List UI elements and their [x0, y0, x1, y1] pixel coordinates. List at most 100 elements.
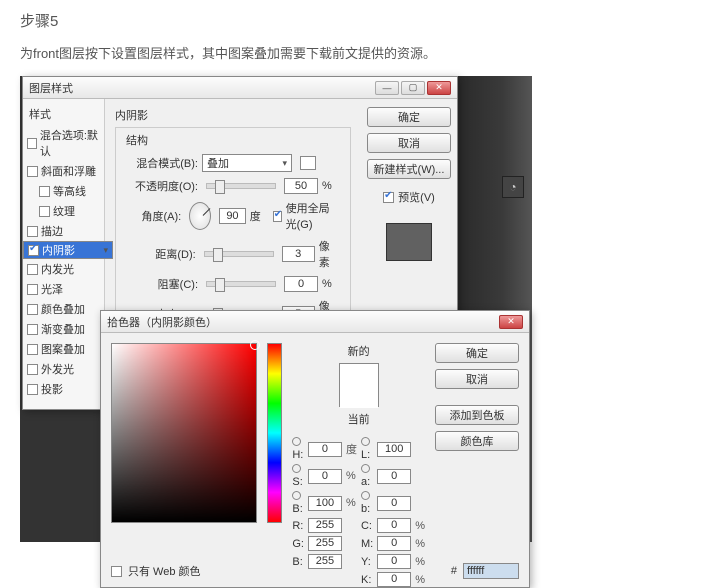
- color-picker-buttons: 确定 取消 添加到色板 颜色库: [435, 343, 519, 553]
- b2-input[interactable]: 255: [308, 554, 342, 569]
- m-unit: %: [415, 538, 425, 550]
- ok-button[interactable]: 确定: [367, 107, 451, 127]
- sidebar-item-label: 描边: [41, 223, 63, 239]
- maximize-icon[interactable]: ▢: [401, 81, 425, 95]
- angle-label: 角度(A):: [126, 208, 181, 224]
- opacity-input[interactable]: 50: [284, 178, 318, 194]
- sidebar-item-label: 颜色叠加: [41, 301, 85, 317]
- sidebar-checkbox[interactable]: [27, 226, 38, 237]
- sidebar-item-4[interactable]: 描边: [23, 221, 104, 241]
- panel-title: 内阴影: [115, 107, 351, 123]
- opacity-unit: %: [322, 180, 332, 192]
- k-unit: %: [415, 574, 425, 586]
- sidebar-item-6[interactable]: 内发光: [23, 259, 104, 279]
- s-radio[interactable]: [292, 464, 301, 473]
- sidebar-checkbox[interactable]: [27, 304, 38, 315]
- minimize-icon[interactable]: —: [375, 81, 399, 95]
- sidebar-item-8[interactable]: 颜色叠加: [23, 299, 104, 319]
- sidebar-checkbox[interactable]: [27, 384, 38, 395]
- sidebar-item-label: 等高线: [53, 183, 86, 199]
- angle-input[interactable]: 90: [219, 208, 246, 224]
- sidebar-item-label: 图案叠加: [41, 341, 85, 357]
- preview-checkbox[interactable]: [383, 192, 394, 203]
- blend-mode-select[interactable]: 叠加: [202, 154, 292, 172]
- distance-slider[interactable]: [204, 251, 274, 257]
- k-input[interactable]: 0: [377, 572, 411, 587]
- opacity-slider[interactable]: [206, 183, 276, 189]
- l-radio[interactable]: [361, 437, 370, 446]
- bb-radio[interactable]: [361, 491, 370, 500]
- web-only-checkbox[interactable]: [111, 566, 122, 577]
- color-marker-icon: [250, 340, 260, 350]
- sidebar-item-1[interactable]: 斜面和浮雕: [23, 161, 104, 181]
- sidebar-item-7[interactable]: 光泽: [23, 279, 104, 299]
- b-radio[interactable]: [292, 491, 301, 500]
- layer-style-titlebar[interactable]: 图层样式 — ▢ ✕: [23, 77, 457, 99]
- angle-dial[interactable]: [189, 202, 211, 230]
- shadow-color-swatch[interactable]: [300, 156, 316, 170]
- color-picker-titlebar[interactable]: 拾色器（内阴影颜色） ✕: [101, 311, 529, 333]
- color-field[interactable]: [111, 343, 257, 523]
- web-only-label: 只有 Web 颜色: [128, 563, 201, 579]
- h-input[interactable]: 0: [308, 442, 342, 457]
- l-input[interactable]: 100: [377, 442, 411, 457]
- sidebar-checkbox[interactable]: [39, 206, 50, 217]
- cancel-button[interactable]: 取消: [367, 133, 451, 153]
- y-input[interactable]: 0: [377, 554, 411, 569]
- close-icon[interactable]: ✕: [499, 315, 523, 329]
- cp-cancel-button[interactable]: 取消: [435, 369, 519, 389]
- choke-input[interactable]: 0: [284, 276, 318, 292]
- sidebar-item-label: 内阴影: [42, 242, 75, 258]
- bb-input[interactable]: 0: [377, 496, 411, 511]
- sidebar-checkbox[interactable]: [27, 284, 38, 295]
- angle-unit: 度: [250, 208, 261, 224]
- sidebar-item-2[interactable]: 等高线: [23, 181, 104, 201]
- s-input[interactable]: 0: [308, 469, 342, 484]
- sidebar-checkbox[interactable]: [27, 264, 38, 275]
- choke-label: 阻塞(C):: [126, 276, 198, 292]
- sidebar-checkbox[interactable]: [27, 364, 38, 375]
- b-input[interactable]: 100: [308, 496, 342, 511]
- g-input[interactable]: 255: [308, 536, 342, 551]
- sidebar-checkbox[interactable]: [27, 166, 38, 177]
- r-input[interactable]: 255: [308, 518, 342, 533]
- color-picker-title: 拾色器（内阴影颜色）: [107, 314, 217, 330]
- sidebar-item-3[interactable]: 纹理: [23, 201, 104, 221]
- sidebar-item-9[interactable]: 渐变叠加: [23, 319, 104, 339]
- hue-slider[interactable]: [267, 343, 282, 523]
- close-icon[interactable]: ✕: [427, 81, 451, 95]
- sidebar-item-5[interactable]: 内阴影: [23, 241, 113, 259]
- sidebar-header: 样式: [23, 103, 104, 125]
- current-color-label: 当前: [348, 411, 370, 427]
- eyedropper-tool-icon[interactable]: ◔: [502, 176, 524, 198]
- choke-slider[interactable]: [206, 281, 276, 287]
- add-swatch-button[interactable]: 添加到色板: [435, 405, 519, 425]
- color-libs-button[interactable]: 颜色库: [435, 431, 519, 451]
- new-style-button[interactable]: 新建样式(W)...: [367, 159, 451, 179]
- a-input[interactable]: 0: [377, 469, 411, 484]
- blend-mode-label: 混合模式(B):: [126, 155, 198, 171]
- sidebar-checkbox[interactable]: [27, 324, 38, 335]
- sidebar-item-label: 混合选项:默认: [40, 127, 100, 159]
- m-input[interactable]: 0: [377, 536, 411, 551]
- sidebar-item-10[interactable]: 图案叠加: [23, 339, 104, 359]
- color-compare-swatch: [339, 363, 379, 407]
- global-light-checkbox[interactable]: [273, 211, 282, 222]
- sidebar-item-11[interactable]: 外发光: [23, 359, 104, 379]
- a-radio[interactable]: [361, 464, 370, 473]
- sidebar-checkbox[interactable]: [39, 186, 50, 197]
- distance-input[interactable]: 3: [282, 246, 315, 262]
- hex-input[interactable]: ffffff: [463, 563, 519, 579]
- sidebar-checkbox[interactable]: [28, 245, 39, 256]
- cp-ok-button[interactable]: 确定: [435, 343, 519, 363]
- h-radio[interactable]: [292, 437, 301, 446]
- sidebar-checkbox[interactable]: [27, 138, 37, 149]
- sidebar-checkbox[interactable]: [27, 344, 38, 355]
- global-light-label: 使用全局光(G): [286, 200, 340, 232]
- c-input[interactable]: 0: [377, 518, 411, 533]
- distance-unit: 像素: [319, 238, 340, 270]
- sidebar-item-label: 投影: [41, 381, 63, 397]
- sidebar-item-0[interactable]: 混合选项:默认: [23, 125, 104, 161]
- sidebar-item-12[interactable]: 投影: [23, 379, 104, 399]
- screenshot-area: ◔ 图层样式 — ▢ ✕ 样式 混合选项:默认斜面和浮雕等高线纹理描边内阴影内发…: [20, 76, 532, 542]
